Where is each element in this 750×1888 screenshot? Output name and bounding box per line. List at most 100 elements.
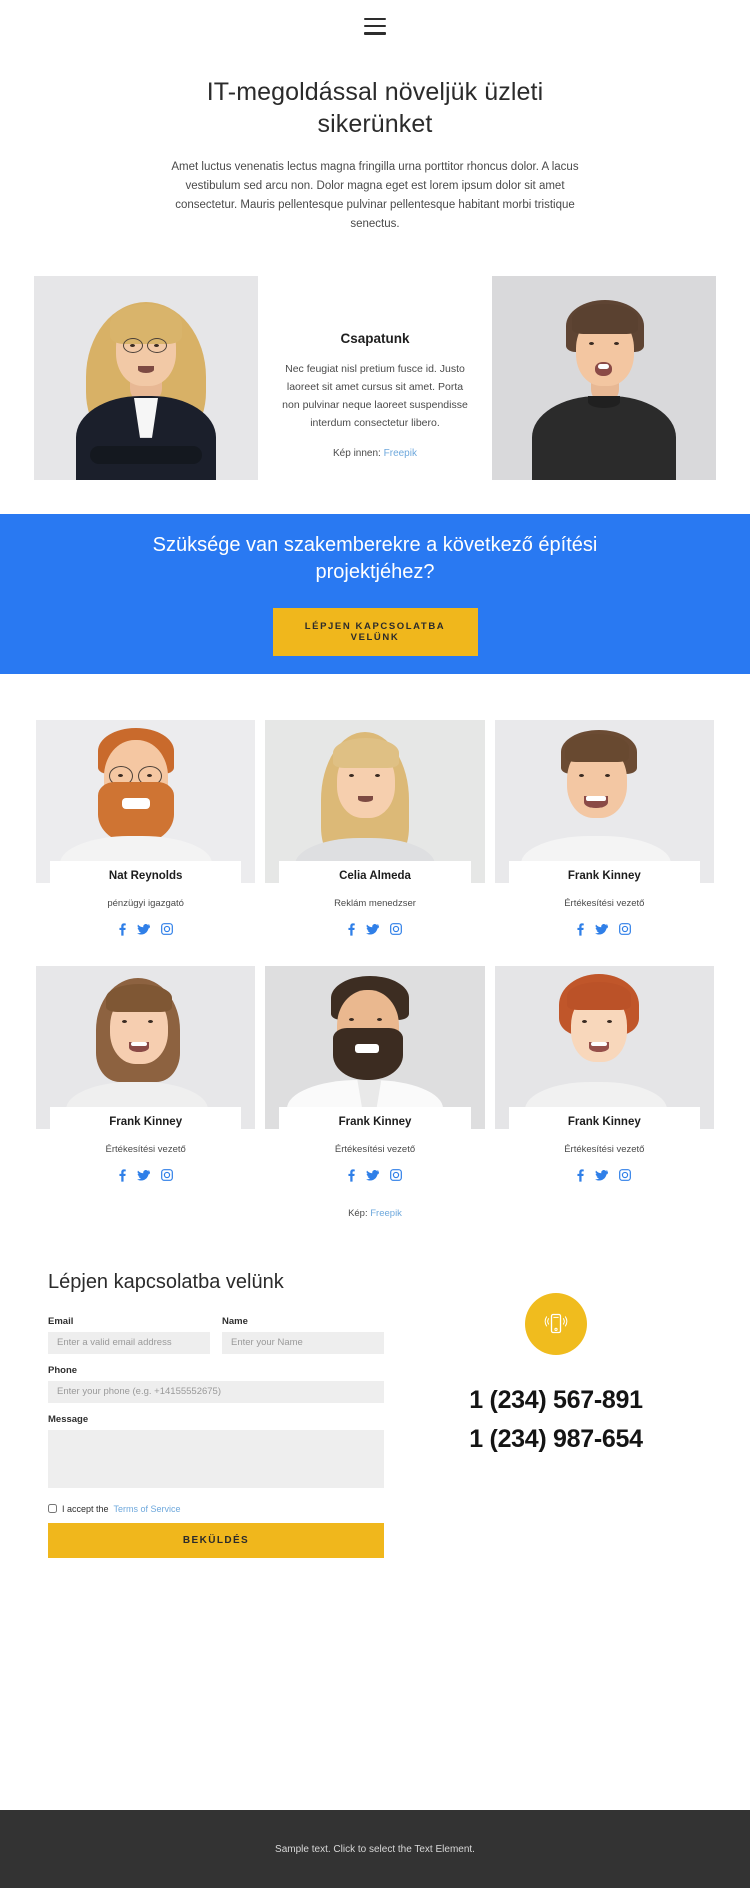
member-photo <box>265 719 485 883</box>
twitter-icon[interactable] <box>366 1169 379 1181</box>
member-role: Értékesítési vezető <box>564 1143 645 1155</box>
member-name: Frank Kinney <box>567 1115 641 1128</box>
instagram-icon[interactable] <box>390 1169 402 1182</box>
bearded-man-glasses-illustration <box>36 719 256 883</box>
member-role: Értékesítési vezető <box>334 1143 416 1155</box>
smiling-young-man-illustration <box>494 719 714 883</box>
intro-credit-label: Kép innen: <box>333 448 381 460</box>
twitter-icon[interactable] <box>595 1169 609 1181</box>
member-photo <box>265 965 485 1129</box>
instagram-icon[interactable] <box>619 1169 632 1182</box>
email-input[interactable] <box>48 1331 210 1354</box>
footer-text[interactable]: Sample text. Click to select the Text El… <box>275 1844 475 1855</box>
instagram-icon[interactable] <box>619 923 632 936</box>
team-intro-text: Csapatunk Nec feugiat nisl pretium fusce… <box>258 276 492 459</box>
member-name: Celia Almeda <box>339 869 411 882</box>
facebook-icon[interactable] <box>348 923 355 936</box>
terms-of-service-link[interactable]: Terms of Service <box>114 1504 181 1514</box>
twitter-icon[interactable] <box>136 923 150 935</box>
team-credit-link[interactable]: Freepik <box>370 1208 402 1219</box>
member-photo <box>494 719 714 883</box>
contact-phone-block: 1 (234) 567-891 1 (234) 987-654 <box>410 1271 702 1558</box>
hero-paragraph: Amet luctus venenatis lectus magna fring… <box>171 161 579 230</box>
team-member-card[interactable]: Frank Kinney Értékesítési vezető <box>265 965 485 1182</box>
twitter-icon[interactable] <box>366 923 379 935</box>
accept-terms-checkbox[interactable] <box>48 1504 57 1514</box>
team-member-card[interactable]: Nat Reynolds pénzügyi igazgató <box>36 719 256 936</box>
phone-number-primary[interactable]: 1 (234) 567-891 <box>410 1381 702 1420</box>
hero-section: IT-megoldással növeljük üzleti sikerünke… <box>0 40 750 244</box>
phone-input[interactable] <box>48 1380 384 1403</box>
twitter-icon[interactable] <box>595 923 609 935</box>
member-socials <box>495 923 714 936</box>
intro-credit-link[interactable]: Freepik <box>384 448 417 459</box>
team-member-card[interactable]: Frank Kinney Értékesítési vezető <box>36 965 256 1182</box>
mobile-phone-icon <box>525 1292 587 1355</box>
member-name: Frank Kinney <box>338 1115 412 1128</box>
member-role: Értékesítési vezető <box>105 1143 186 1155</box>
email-field-group: Email <box>48 1316 210 1354</box>
intro-paragraph: Nec feugiat nisl pretium fusce id. Justo… <box>282 362 468 430</box>
member-socials <box>265 923 484 936</box>
intro-photo-right <box>492 275 716 480</box>
blonde-woman-illustration <box>265 719 485 883</box>
submit-button[interactable]: BEKÜLDÉS <box>48 1522 384 1558</box>
facebook-icon[interactable] <box>348 1169 355 1182</box>
hamburger-bar <box>364 17 386 20</box>
member-name-plate: Celia Almeda <box>279 860 471 889</box>
contact-section: Lépjen kapcsolatba velünk Email Name Pho… <box>0 1219 750 1558</box>
instagram-icon[interactable] <box>390 923 402 936</box>
team-credit-label: Kép: <box>348 1207 368 1219</box>
intro-photo-left <box>34 275 258 480</box>
member-socials <box>495 1169 714 1182</box>
instagram-icon[interactable] <box>160 1169 173 1182</box>
member-photo <box>494 965 714 1129</box>
instagram-icon[interactable] <box>160 923 173 936</box>
hamburger-bar <box>364 24 386 28</box>
member-socials <box>265 1169 484 1182</box>
email-label: Email <box>48 1315 74 1327</box>
contact-form: Lépjen kapcsolatba velünk Email Name Pho… <box>48 1271 384 1558</box>
facebook-icon[interactable] <box>119 1169 126 1182</box>
phone-label: Phone <box>48 1364 78 1376</box>
team-member-card[interactable]: Frank Kinney Értékesítési vezető <box>494 719 714 936</box>
contact-us-button[interactable]: LÉPJEN KAPCSOLATBA VELÜNK <box>272 607 478 656</box>
intro-credit: Kép innen: Freepik <box>282 448 468 459</box>
hamburger-icon[interactable] <box>364 17 386 35</box>
phone-number-secondary[interactable]: 1 (234) 987-654 <box>410 1420 702 1459</box>
facebook-icon[interactable] <box>577 923 585 936</box>
member-role: Értékesítési vezető <box>564 897 645 909</box>
member-name-plate: Frank Kinney <box>50 1106 242 1135</box>
team-member-card[interactable]: Celia Almeda Reklám menedzser <box>265 719 485 936</box>
member-name-plate: Frank Kinney <box>508 1106 700 1135</box>
page-title: IT-megoldással növeljük üzleti sikerünke… <box>206 78 544 138</box>
terms-text: I accept the <box>62 1503 109 1514</box>
member-role: Reklám menedzser <box>334 897 416 909</box>
member-photo <box>36 719 256 883</box>
cta-banner: Szüksége van szakemberekre a következő é… <box>0 513 750 674</box>
member-name: Nat Reynolds <box>108 869 183 882</box>
contact-row-email-name: Email Name <box>48 1316 384 1365</box>
team-member-card[interactable]: Frank Kinney Értékesítési vezető <box>494 965 714 1182</box>
name-label: Name <box>222 1315 248 1327</box>
redhead-woman-illustration <box>494 965 714 1129</box>
cta-heading: Szüksége van szakemberekre a következő é… <box>152 533 598 583</box>
name-input[interactable] <box>222 1331 384 1354</box>
name-field-group: Name <box>222 1316 384 1354</box>
bearded-man-shirt-illustration <box>265 965 485 1129</box>
facebook-icon[interactable] <box>119 923 126 936</box>
member-name-plate: Frank Kinney <box>279 1106 471 1135</box>
facebook-icon[interactable] <box>577 1169 585 1182</box>
team-intro-section: Csapatunk Nec feugiat nisl pretium fusce… <box>0 275 750 480</box>
businesswoman-illustration <box>34 275 258 480</box>
member-name-plate: Nat Reynolds <box>50 860 242 889</box>
member-socials <box>36 1169 255 1182</box>
contact-heading: Lépjen kapcsolatba velünk <box>48 1270 284 1293</box>
twitter-icon[interactable] <box>136 1169 150 1181</box>
message-field-group: Message <box>48 1414 384 1493</box>
member-name-plate: Frank Kinney <box>508 860 700 889</box>
message-textarea[interactable] <box>48 1429 384 1488</box>
team-grid: Nat Reynolds pénzügyi igazgató Celia Alm… <box>0 674 750 1182</box>
member-role: pénzügyi igazgató <box>107 897 184 909</box>
team-grid-credit: Kép: Freepik <box>0 1208 750 1219</box>
